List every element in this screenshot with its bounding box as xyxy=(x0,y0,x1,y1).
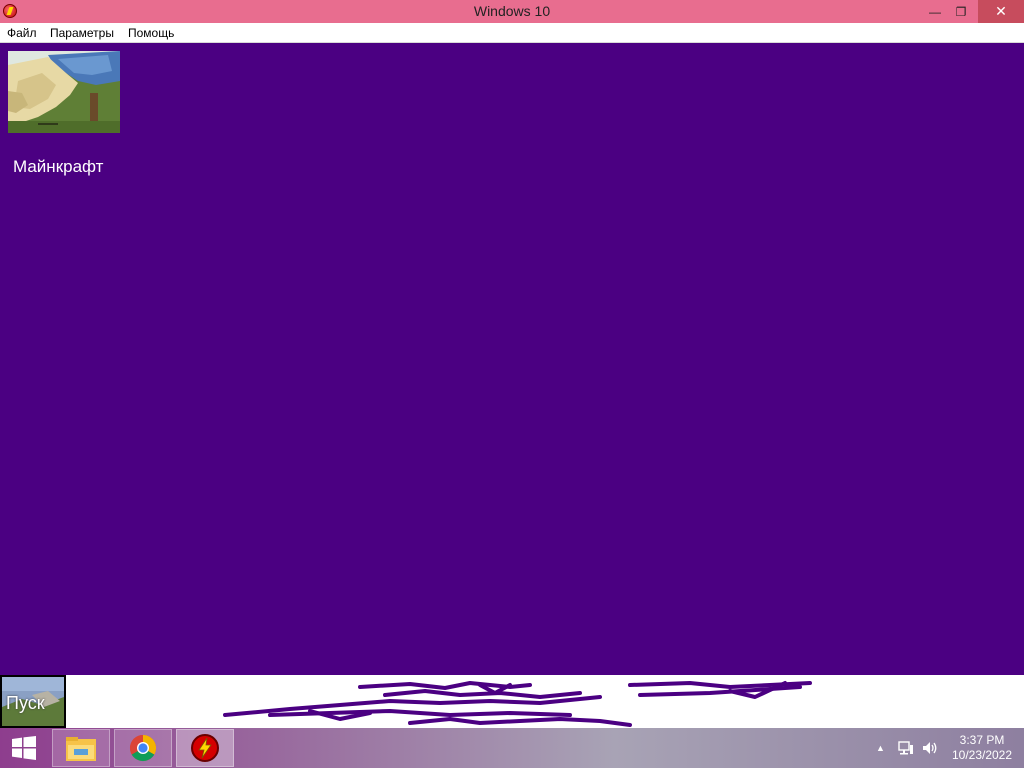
volume-icon[interactable] xyxy=(922,728,938,768)
red-lightning-app-icon xyxy=(191,734,219,762)
clock-date: 10/23/2022 xyxy=(951,748,1013,762)
bottom-strip: Пуск xyxy=(0,675,1024,728)
minecraft-thumbnail-icon xyxy=(8,51,120,133)
desktop-icon-minecraft[interactable]: Майнкрафт xyxy=(8,51,120,176)
restore-button[interactable]: ❐ xyxy=(946,0,976,23)
purple-scribble-drawing xyxy=(223,681,812,727)
window-title: Windows 10 xyxy=(473,3,551,19)
menu-help[interactable]: Помощь xyxy=(128,26,174,40)
close-button[interactable]: ✕ xyxy=(978,0,1024,23)
chevron-up-icon: ▲ xyxy=(876,743,885,753)
taskbar-chrome[interactable] xyxy=(114,729,172,767)
menu-bar: Файл Параметры Помощь xyxy=(0,23,1024,43)
menu-settings[interactable]: Параметры xyxy=(50,26,114,40)
file-explorer-icon xyxy=(66,737,96,761)
start-button[interactable]: Пуск xyxy=(0,675,66,728)
show-hidden-icons[interactable]: ▲ xyxy=(876,728,885,768)
taskbar-file-explorer[interactable] xyxy=(52,729,110,767)
network-icon[interactable] xyxy=(898,728,914,768)
taskbar-clock[interactable]: 3:37 PM 10/23/2022 xyxy=(946,733,1018,763)
windows-start-icon[interactable] xyxy=(0,728,48,768)
clock-time: 3:37 PM xyxy=(959,733,1005,747)
minimize-icon: — xyxy=(929,4,941,19)
menu-file[interactable]: Файл xyxy=(7,26,37,40)
taskbar: ▲ 3:37 PM 10/23/2022 xyxy=(0,728,1024,768)
desktop-icon-label: Майнкрафт xyxy=(13,157,104,176)
close-icon: ✕ xyxy=(995,3,1007,19)
taskbar-lightning-app[interactable] xyxy=(176,729,234,767)
desktop: Майнкрафт xyxy=(0,43,1024,675)
start-button-label: Пуск xyxy=(6,693,45,713)
chrome-icon xyxy=(129,734,157,762)
restore-icon: ❐ xyxy=(955,4,967,19)
title-bar: Windows 10 — ❐ ✕ xyxy=(0,0,1024,23)
